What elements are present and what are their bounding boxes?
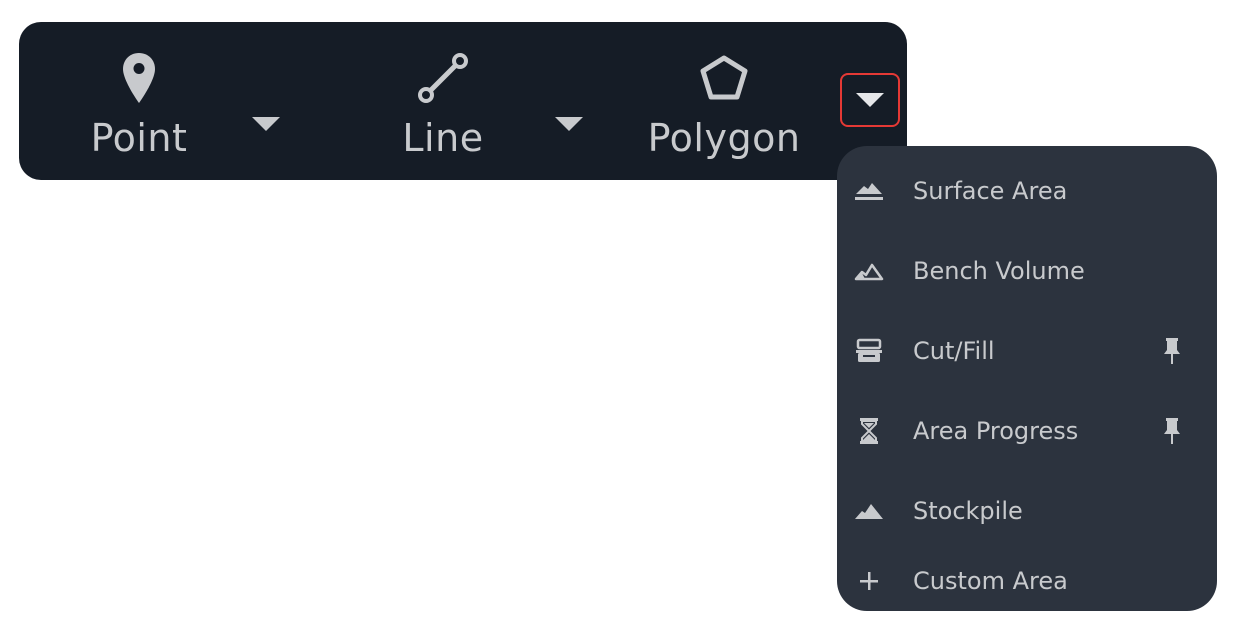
plus-icon xyxy=(851,566,887,596)
point-dropdown-caret[interactable] xyxy=(251,114,281,134)
menu-item-label: Area Progress xyxy=(913,417,1079,445)
menu-item-label: Cut/Fill xyxy=(913,337,995,365)
menu-item-label: Stockpile xyxy=(913,497,1023,525)
caret-down-icon xyxy=(555,117,583,131)
line-tool-button[interactable]: Line xyxy=(373,22,513,180)
menu-item-label: Bench Volume xyxy=(913,257,1085,285)
menu-item-label: Custom Area xyxy=(913,567,1068,595)
stockpile-icon xyxy=(851,496,887,526)
map-pin-icon xyxy=(122,50,156,106)
caret-down-icon xyxy=(856,93,884,107)
bench-volume-icon xyxy=(851,256,887,286)
menu-item-label: Surface Area xyxy=(913,177,1068,205)
polygon-tool-button[interactable]: Polygon xyxy=(639,22,809,180)
pentagon-icon xyxy=(698,50,750,106)
menu-item-surface-area[interactable]: Surface Area xyxy=(837,161,1217,221)
menu-item-custom-area[interactable]: Custom Area xyxy=(837,551,1217,611)
menu-item-bench-volume[interactable]: Bench Volume xyxy=(837,241,1217,301)
point-tool-label: Point xyxy=(90,116,188,160)
hourglass-icon xyxy=(851,416,887,446)
cut-fill-icon xyxy=(851,336,887,366)
line-segment-icon xyxy=(415,50,471,106)
polygon-dropdown-menu: Surface Area Bench Volume Cut/Fill Area … xyxy=(837,146,1217,611)
caret-down-icon xyxy=(252,117,280,131)
menu-item-cut-fill[interactable]: Cut/Fill xyxy=(837,321,1217,381)
surface-area-icon xyxy=(851,176,887,206)
polygon-dropdown-caret[interactable] xyxy=(840,73,900,127)
line-dropdown-caret[interactable] xyxy=(554,114,584,134)
measurement-toolbar: Point Line Polygon xyxy=(19,22,907,180)
menu-item-area-progress[interactable]: Area Progress xyxy=(837,401,1217,461)
pin-icon[interactable] xyxy=(1159,416,1185,446)
menu-item-stockpile[interactable]: Stockpile xyxy=(837,481,1217,541)
pin-icon[interactable] xyxy=(1159,336,1185,366)
line-tool-label: Line xyxy=(402,116,484,160)
point-tool-button[interactable]: Point xyxy=(69,22,209,180)
polygon-tool-label: Polygon xyxy=(647,116,801,160)
